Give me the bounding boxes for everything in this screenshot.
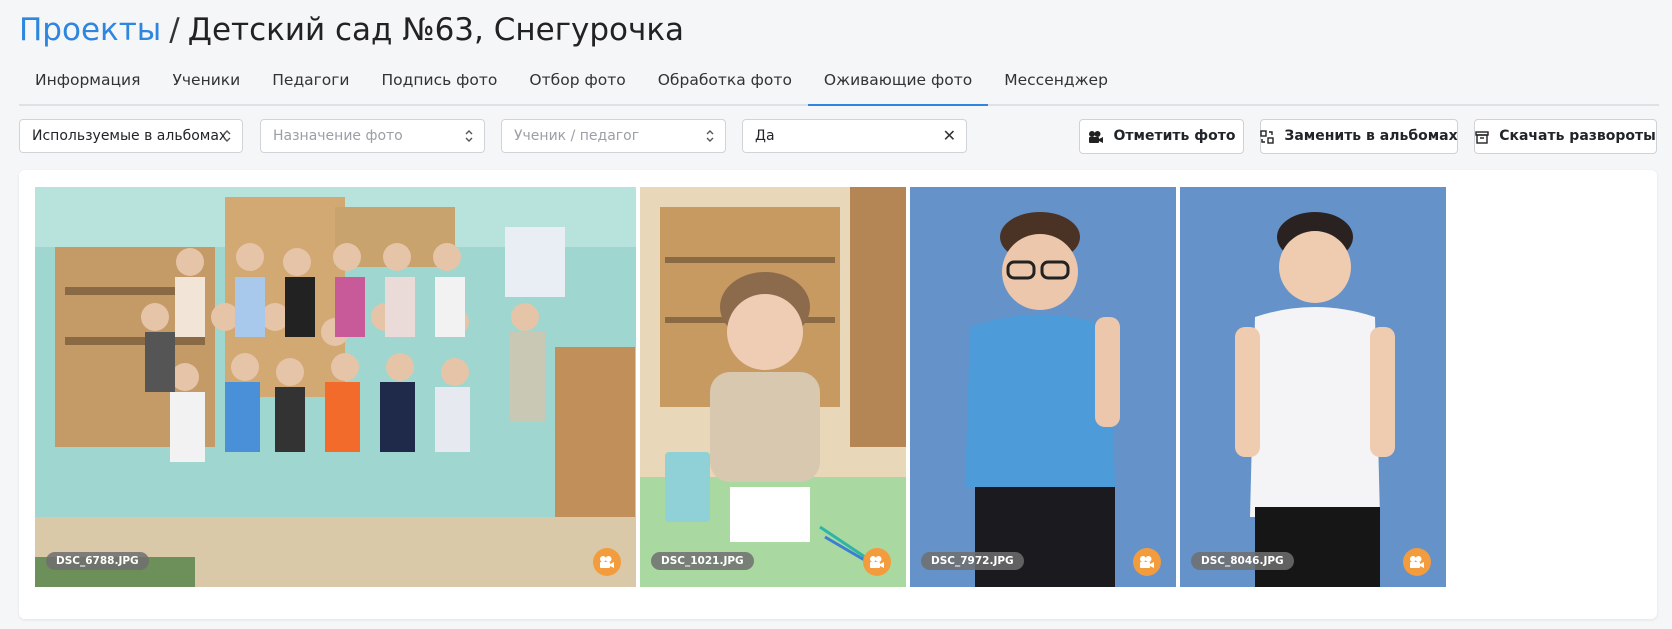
girl-drawing-image	[640, 187, 906, 587]
camera-icon[interactable]	[1403, 548, 1431, 576]
tab-photo-processing[interactable]: Обработка фото	[642, 62, 808, 104]
page-title: Детский сад №63, Снегурочка	[187, 12, 685, 48]
archive-icon	[1475, 130, 1489, 144]
photo-card[interactable]: DSC_8046.JPG	[1180, 187, 1446, 587]
photo-card[interactable]: DSC_6788.JPG	[35, 187, 636, 587]
usage-select[interactable]: Используемые в альбомах	[19, 119, 243, 153]
download-spreads-button[interactable]: Скачать развороты	[1474, 119, 1657, 154]
project-tabs: Информация Ученики Педагоги Подпись фото…	[19, 62, 1659, 106]
tab-living-photos[interactable]: Оживающие фото	[807, 62, 989, 106]
camera-icon[interactable]	[1133, 548, 1161, 576]
mark-photo-label: Отметить фото	[1113, 128, 1236, 144]
person-select-placeholder: Ученик / педагог	[514, 128, 640, 144]
purpose-select-placeholder: Назначение фото	[273, 128, 403, 144]
photo-filename: DSC_8046.JPG	[1191, 552, 1294, 570]
boy-white-polo-image	[1180, 187, 1446, 587]
animated-select-value: Да	[755, 128, 775, 144]
purpose-select[interactable]: Назначение фото	[260, 119, 485, 153]
download-spreads-label: Скачать развороты	[1499, 128, 1656, 144]
clear-icon[interactable]: ✕	[943, 120, 956, 152]
group-photo-image	[35, 187, 636, 587]
camera-icon[interactable]	[593, 548, 621, 576]
camera-icon[interactable]	[863, 548, 891, 576]
tab-photo-captions[interactable]: Подпись фото	[366, 62, 514, 104]
boy-glasses-image	[910, 187, 1176, 587]
tab-students[interactable]: Ученики	[156, 62, 256, 104]
mark-photo-button[interactable]: Отметить фото	[1079, 119, 1244, 154]
replace-in-albums-button[interactable]: Заменить в альбомах	[1260, 119, 1458, 154]
tab-messenger[interactable]: Мессенджер	[988, 62, 1124, 104]
breadcrumb-projects-link[interactable]: Проекты	[19, 12, 161, 48]
tab-teachers[interactable]: Педагоги	[256, 62, 365, 104]
chevron-updown-icon	[706, 130, 714, 142]
photo-filename: DSC_7972.JPG	[921, 552, 1024, 570]
photo-card[interactable]: DSC_1021.JPG	[640, 187, 906, 587]
chevron-updown-icon	[223, 130, 231, 142]
swap-icon	[1260, 129, 1275, 144]
photo-filename: DSC_1021.JPG	[651, 552, 754, 570]
camera-icon	[1088, 130, 1103, 143]
chevron-updown-icon	[465, 130, 473, 142]
animated-select[interactable]: Да ✕	[742, 119, 967, 153]
usage-select-value: Используемые в альбомах	[32, 128, 228, 144]
tab-photo-selection[interactable]: Отбор фото	[513, 62, 641, 104]
photo-filename: DSC_6788.JPG	[46, 552, 149, 570]
person-select[interactable]: Ученик / педагог	[501, 119, 726, 153]
breadcrumb-separator: /	[169, 12, 180, 48]
tab-info[interactable]: Информация	[19, 62, 156, 104]
photo-card[interactable]: DSC_7972.JPG	[910, 187, 1176, 587]
breadcrumb: Проекты / Детский сад №63, Снегурочка	[19, 10, 684, 50]
replace-in-albums-label: Заменить в альбомах	[1284, 128, 1458, 144]
